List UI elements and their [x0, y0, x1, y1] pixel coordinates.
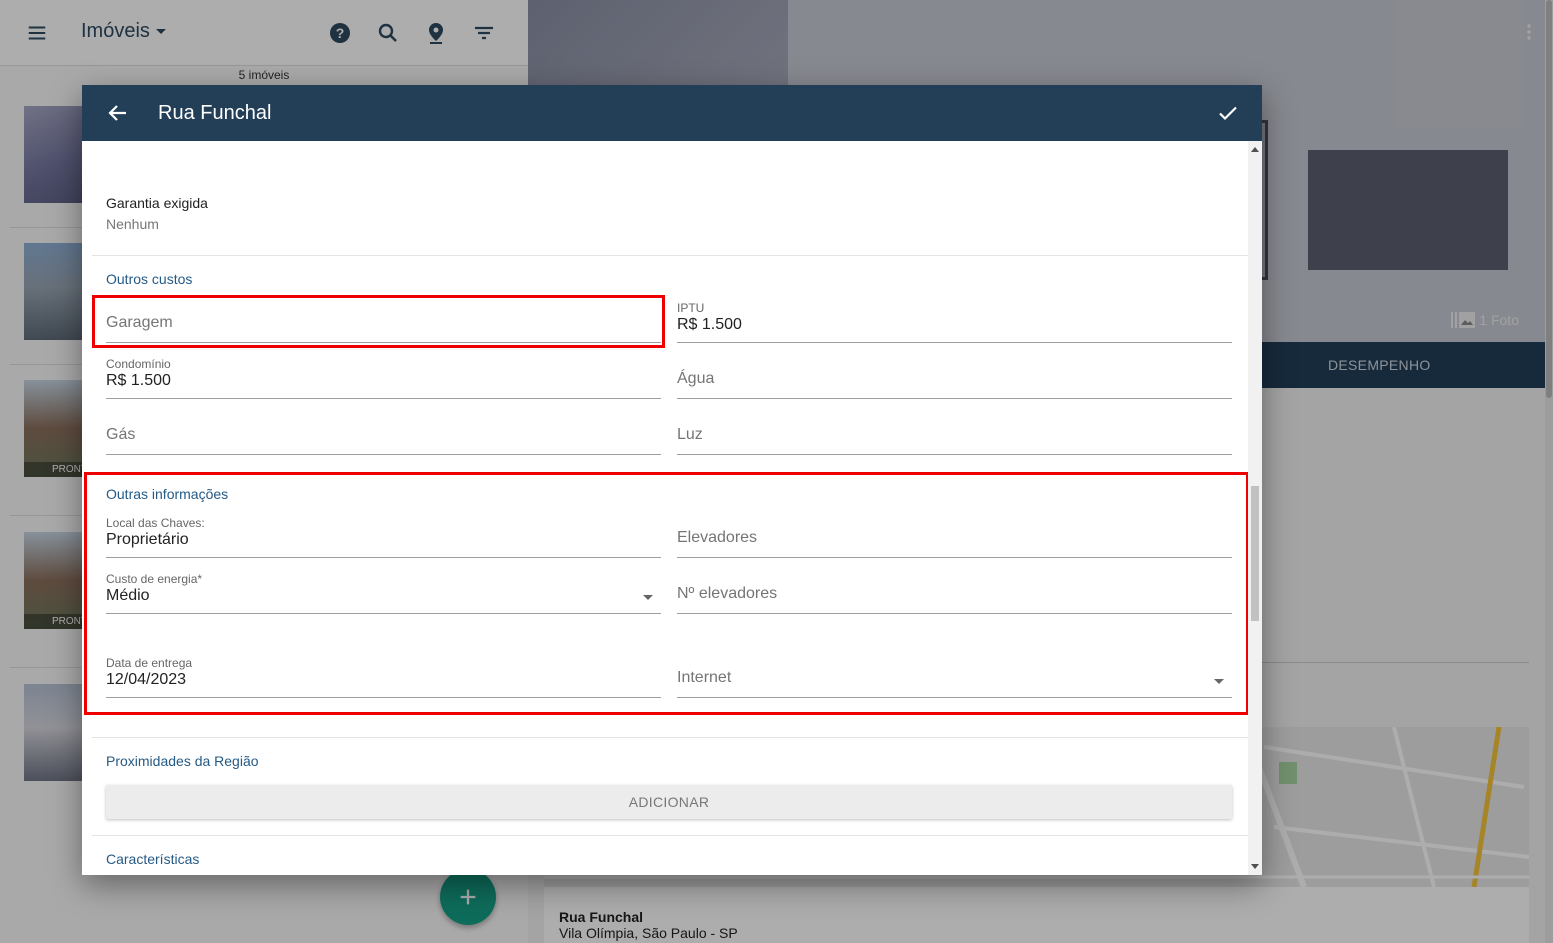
- scroll-up-icon[interactable]: [1251, 147, 1259, 152]
- back-arrow-icon[interactable]: [106, 101, 130, 125]
- scroll-down-icon[interactable]: [1251, 864, 1259, 869]
- guarantee-value: Nenhum: [106, 216, 159, 232]
- divider: [92, 737, 1248, 738]
- section-title-outros-custos: Outros custos: [106, 271, 193, 287]
- dialog-scrollbar[interactable]: [1248, 141, 1262, 875]
- condominio-field[interactable]: Condomínio R$ 1.500: [106, 357, 661, 399]
- dialog-body: Garantia exigida Nenhum Outros custos Ga…: [82, 141, 1249, 875]
- gas-field[interactable]: Gás: [106, 415, 661, 455]
- luz-field[interactable]: Luz: [677, 415, 1232, 455]
- iptu-field[interactable]: IPTU R$ 1.500: [677, 301, 1232, 343]
- condominio-value: R$ 1.500: [106, 372, 171, 389]
- edit-property-dialog: Rua Funchal Garantia exigida Nenhum Outr…: [82, 85, 1262, 875]
- check-icon[interactable]: [1216, 101, 1240, 125]
- add-proximity-button[interactable]: ADICIONAR: [106, 785, 1232, 819]
- highlight-outras-informacoes: [84, 472, 1249, 715]
- iptu-value: R$ 1.500: [677, 316, 742, 333]
- iptu-label: IPTU: [677, 301, 705, 315]
- dialog-title: Rua Funchal: [158, 102, 272, 124]
- section-title-caracteristicas: Características: [106, 851, 200, 867]
- dialog-header: Rua Funchal: [82, 85, 1262, 141]
- luz-placeholder: Luz: [677, 426, 703, 443]
- agua-placeholder: Água: [677, 370, 715, 387]
- guarantee-label: Garantia exigida: [106, 195, 208, 211]
- condominio-label: Condomínio: [106, 357, 171, 371]
- agua-field[interactable]: Água: [677, 359, 1232, 399]
- gas-placeholder: Gás: [106, 426, 136, 443]
- scrollbar-thumb[interactable]: [1251, 486, 1259, 621]
- divider: [92, 255, 1248, 256]
- divider: [92, 835, 1248, 836]
- section-title-proximidades: Proximidades da Região: [106, 753, 259, 769]
- highlight-garagem: [92, 295, 665, 348]
